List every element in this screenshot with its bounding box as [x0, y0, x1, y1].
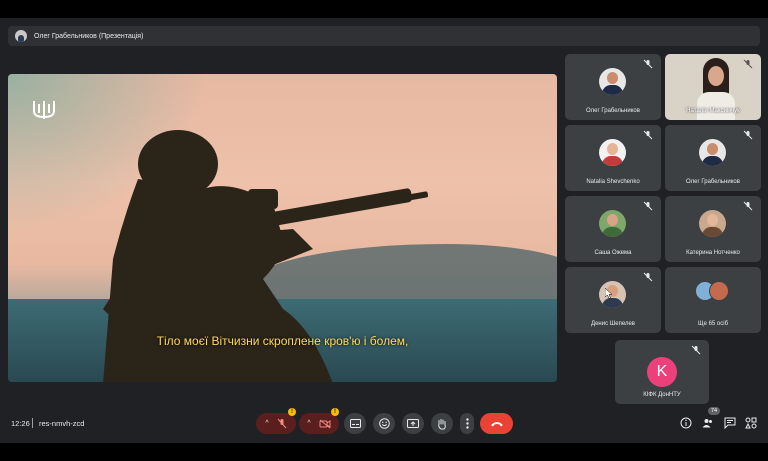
info-icon[interactable] [680, 417, 692, 429]
avatar [599, 68, 626, 95]
mic-off-icon [643, 59, 653, 69]
mic-off-icon [643, 130, 653, 140]
mic-off-icon [691, 345, 701, 355]
more-options-icon [465, 418, 469, 429]
present-button[interactable] [402, 413, 424, 434]
captions-button[interactable] [344, 413, 366, 434]
end-call-icon [490, 422, 503, 427]
avatar: K [647, 357, 677, 387]
mic-off-icon [643, 272, 653, 282]
avatar [599, 210, 626, 237]
video-subtitle: Тіло моєї Вітчизни скроплене кров'ю і бо… [156, 334, 409, 348]
participant-tile[interactable]: Олег Грабельников [665, 125, 761, 191]
camera-button[interactable]: ^ ! [299, 408, 339, 434]
presenter-avatar [15, 30, 27, 42]
participant-name: Катерина Нотченко [686, 250, 740, 256]
present-icon [407, 418, 419, 428]
raise-hand-icon [438, 418, 446, 429]
participant-name: Олег Грабельников [586, 108, 640, 114]
avatar [699, 210, 726, 237]
camera-off-icon [319, 419, 331, 428]
warning-badge: ! [288, 408, 296, 416]
participant-tile[interactable]: Денис Шепелев [565, 267, 661, 333]
participant-name: Олег Грабельников [686, 179, 740, 185]
trident-logo-icon [33, 101, 55, 119]
presentation-title: Олег Грабельников (Презентація) [34, 32, 144, 40]
participant-name: Natalia Shevchenko [586, 179, 640, 185]
meeting-time: 12:26 [11, 419, 30, 428]
meeting-code: res-nmvh-zcd [39, 419, 85, 428]
participant-name: Наталія Максимчук [686, 108, 740, 114]
participant-name: Саша Ожема [594, 250, 632, 256]
participant-tile[interactable]: Natalia Shevchenko [565, 125, 661, 191]
warning-badge: ! [331, 408, 339, 416]
bottom-toolbar: 12:26 res-nmvh-zcd ^ ! ^ ! 74 [0, 403, 768, 443]
avatar [599, 139, 626, 166]
chat-icon[interactable] [724, 417, 736, 429]
mic-off-icon [743, 201, 753, 211]
reactions-button[interactable] [373, 413, 395, 434]
participant-tile[interactable]: Саша Ожема [565, 196, 661, 262]
people-count-badge: 74 [708, 407, 720, 415]
chevron-up-icon[interactable]: ^ [307, 420, 310, 427]
mic-off-icon [643, 201, 653, 211]
mic-off-icon [743, 130, 753, 140]
chevron-up-icon[interactable]: ^ [265, 420, 268, 427]
activities-icon[interactable] [745, 417, 757, 429]
participant-tile[interactable]: Наталія Максимчук [665, 54, 761, 120]
mouse-cursor-icon [605, 288, 613, 299]
mic-off-icon [277, 418, 287, 429]
more-participants-label: Ще 65 осіб [697, 321, 729, 327]
presentation-bar[interactable]: Олег Грабельников (Презентація) [8, 26, 760, 46]
end-call-button[interactable] [480, 413, 513, 434]
meeting-stage: Олег Грабельников (Презентація) Тіло моє… [0, 18, 768, 443]
microphone-button[interactable]: ^ ! [256, 408, 296, 434]
participant-tile[interactable]: Катерина Нотченко [665, 196, 761, 262]
participant-tile[interactable]: K КІФК ДонНТУ [615, 340, 709, 404]
avatar [699, 139, 726, 166]
raise-hand-button[interactable] [431, 413, 453, 434]
emoji-icon [378, 418, 390, 429]
more-options-button[interactable] [460, 413, 474, 434]
participant-tile[interactable]: Олег Грабельников [565, 54, 661, 120]
people-icon[interactable] [702, 417, 714, 429]
captions-icon [349, 419, 361, 428]
mic-off-icon [743, 59, 753, 69]
participant-name: Денис Шепелев [591, 321, 635, 327]
participant-name: КІФК ДонНТУ [643, 392, 681, 398]
more-participants-tile[interactable]: Ще 65 осіб [665, 267, 761, 333]
main-presentation-video: Тіло моєї Вітчизни скроплене кров'ю і бо… [8, 74, 557, 382]
